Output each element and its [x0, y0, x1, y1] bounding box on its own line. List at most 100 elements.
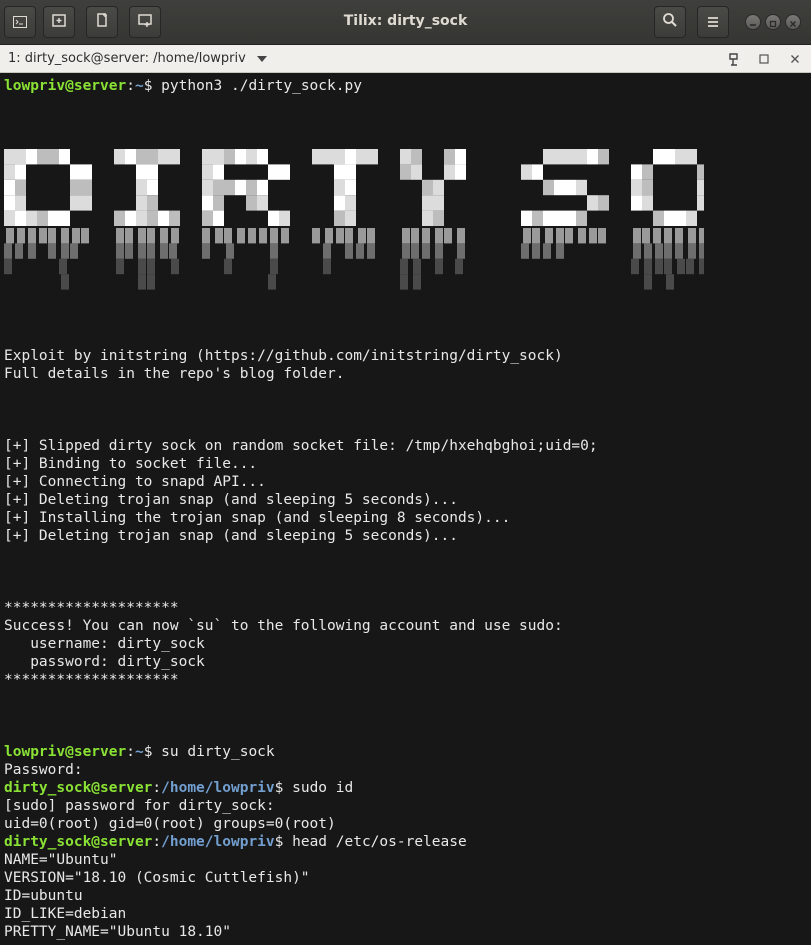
banner-drip: [202, 243, 210, 259]
banner-drip: [116, 243, 124, 259]
banner-pixel: [4, 149, 15, 165]
banner-drip: [578, 228, 586, 244]
banner-pixel: [334, 210, 345, 226]
banner-pixel: [213, 149, 224, 165]
session-title[interactable]: 1: dirty_sock@server: /home/lowpriv: [8, 51, 246, 66]
banner-pixel: [213, 210, 224, 226]
banner-drip: [411, 228, 419, 244]
prompt-symbol: $: [143, 744, 162, 760]
banner-drip: [455, 258, 463, 275]
prompt-line-2: lowpriv@server:~$ su dirty_sock: [4, 743, 275, 761]
banner-pixel: [213, 164, 224, 180]
banner-drip: [125, 228, 133, 244]
banner-drip: [39, 228, 47, 244]
banner-drip: [281, 228, 289, 244]
banner-drip: [598, 228, 606, 244]
banner-pixel: [521, 164, 532, 180]
banner-drip: [323, 243, 331, 259]
banner-drip: [457, 243, 465, 259]
minimize-icon: [749, 13, 757, 32]
banner-drip: [160, 228, 168, 244]
banner-drip: [367, 243, 375, 259]
banner-drip: [171, 228, 179, 244]
banner-drip: [345, 243, 353, 259]
banner-drip: [248, 228, 256, 244]
prompt-path: /home/lowpriv: [161, 780, 275, 796]
banner-drip: [688, 243, 696, 259]
banner-drip: [675, 228, 683, 244]
banner-pixel: [224, 179, 235, 196]
banner-drip: [48, 243, 56, 259]
terminal-area[interactable]: lowpriv@server:~$ python3 ./dirty_sock.p…: [0, 73, 811, 945]
banner-pixel: [598, 195, 609, 211]
banner-drip: [457, 228, 465, 244]
banner-pixel: [631, 195, 642, 211]
add-terminal-right-button[interactable]: [43, 6, 75, 38]
prompt-line-3: dirty_sock@server:/home/lowpriv$ sudo id: [4, 779, 353, 797]
banner-pixel: [202, 179, 213, 196]
read-only-icon[interactable]: [724, 49, 744, 69]
banner-drip: [435, 258, 443, 275]
add-terminal-right-icon: [51, 12, 67, 32]
close-button[interactable]: [785, 14, 801, 30]
banner-drip: [358, 228, 366, 244]
header-bar: Tilix: dirty_sock: [0, 0, 811, 45]
banner-pixel: [345, 195, 356, 211]
banner-pixel: [279, 210, 290, 226]
banner-drip: [6, 228, 14, 244]
banner-pixel: [576, 179, 587, 196]
prompt-symbol: $: [274, 834, 293, 850]
banner-pixel: [587, 149, 598, 165]
prompt-symbol: $: [274, 780, 293, 796]
menu-button[interactable]: [697, 6, 729, 38]
terminal-icon: [13, 13, 27, 32]
password-prompt: Password:: [4, 762, 83, 778]
banner-pixel: [202, 149, 213, 165]
maximize-button[interactable]: [765, 14, 781, 30]
success-line: username: dirty_sock: [4, 636, 205, 652]
banner-drip: [138, 243, 146, 259]
banner-pixel: [246, 149, 257, 165]
banner-drip: [17, 228, 25, 244]
banner-pixel: [576, 149, 587, 165]
banner-drip: [435, 228, 443, 244]
terminal-maximize-icon[interactable]: [754, 49, 774, 69]
banner-drip: [422, 228, 430, 244]
terminal-menu-button[interactable]: [4, 6, 36, 38]
command-text: python3 ./dirty_sock.py: [161, 78, 362, 94]
os-release-line: ID=ubuntu: [4, 888, 83, 904]
banner-pixel: [697, 195, 704, 211]
prompt-user: lowpriv@server: [4, 744, 127, 760]
add-terminal-down-button[interactable]: [86, 6, 118, 38]
banner-pixel: [257, 149, 268, 165]
banner-drip: [138, 228, 146, 244]
banner-pixel: [81, 179, 92, 196]
dropdown-arrow-icon[interactable]: [252, 49, 272, 69]
success-line: password: dirty_sock: [4, 654, 205, 670]
banner-pixel: [70, 179, 81, 196]
banner-drip: [688, 228, 696, 244]
banner-drip: [653, 228, 661, 244]
minimize-button[interactable]: [745, 14, 761, 30]
terminal-close-icon[interactable]: [785, 49, 805, 69]
banner-pixel: [444, 164, 455, 180]
banner-pixel: [334, 179, 345, 196]
banner-pixel: [532, 210, 543, 226]
banner-drip: [28, 243, 36, 259]
banner-drip: [224, 228, 232, 244]
banner-pixel: [4, 210, 15, 226]
prompt-symbol: $: [143, 78, 162, 94]
banner-pixel: [268, 164, 279, 180]
new-session-button[interactable]: [129, 6, 161, 38]
banner-drip: [435, 243, 443, 259]
banner-pixel: [565, 149, 576, 165]
command-text: sudo id: [292, 780, 354, 796]
search-button[interactable]: [654, 6, 686, 38]
banner-pixel: [136, 179, 147, 196]
banner-pixel: [147, 164, 158, 180]
banner-drip: [699, 243, 704, 259]
banner-pixel: [202, 210, 213, 226]
banner-pixel: [59, 149, 70, 165]
banner-drip: [402, 243, 410, 259]
banner-pixel: [455, 164, 466, 180]
